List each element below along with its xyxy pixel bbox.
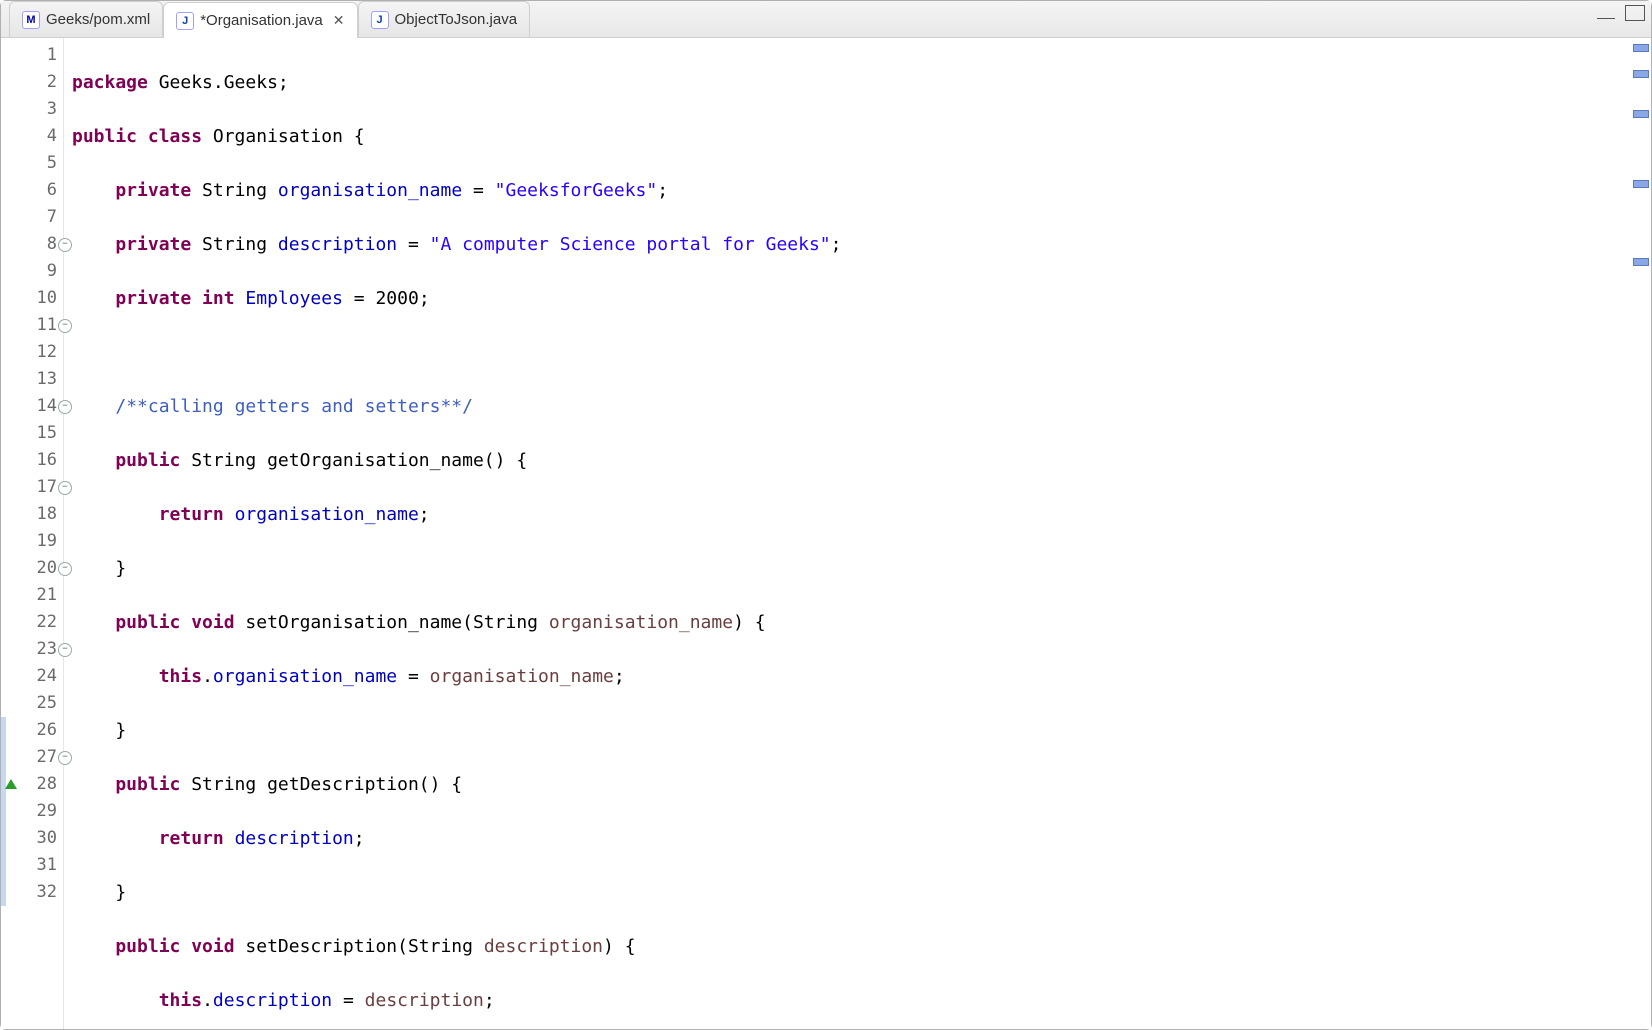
code-line[interactable] [72,339,1631,366]
line-number: 19 [1,528,63,555]
tab-objecttojson-java[interactable]: J ObjectToJson.java [358,1,531,37]
code-line[interactable]: private String organisation_name = "Geek… [72,177,1631,204]
line-number: 3 [1,96,63,123]
close-icon[interactable]: ✕ [333,12,345,29]
code-line[interactable]: private int Employees = 2000; [72,285,1631,312]
code-line[interactable]: public void setDescription(String descri… [72,933,1631,960]
ruler-mark[interactable] [1633,44,1649,52]
minimize-icon[interactable] [1597,18,1615,19]
line-number: 5 [1,150,63,177]
line-number: 15 [1,420,63,447]
tab-label: Geeks/pom.xml [46,11,150,28]
tab-organisation-java[interactable]: J *Organisation.java ✕ [163,2,357,38]
maximize-icon[interactable] [1625,5,1645,21]
line-number: 30 [1,825,63,852]
overview-ruler[interactable] [1631,38,1651,1029]
line-number: 8− [1,231,63,258]
line-number: 18 [1,501,63,528]
maven-file-icon: M [22,11,40,29]
code-line[interactable]: this.description = description; [72,987,1631,1014]
tab-pom-xml[interactable]: M Geeks/pom.xml [9,1,163,37]
line-number: 32 [1,879,63,906]
line-number: 12 [1,339,63,366]
code-line[interactable]: private String description = "A computer… [72,231,1631,258]
editor-window: M Geeks/pom.xml J *Organisation.java ✕ J… [0,0,1652,1030]
code-line[interactable]: } [72,555,1631,582]
line-number: 9 [1,258,63,285]
code-line[interactable]: this.organisation_name = organisation_na… [72,663,1631,690]
ruler-mark[interactable] [1633,70,1649,78]
code-line[interactable]: return description; [72,825,1631,852]
ruler-mark[interactable] [1633,110,1649,118]
tab-bar: M Geeks/pom.xml J *Organisation.java ✕ J… [1,1,1651,38]
line-number: 29 [1,798,63,825]
ruler-mark[interactable] [1633,180,1649,188]
code-line[interactable]: public String getOrganisation_name() { [72,447,1631,474]
line-number: 10 [1,285,63,312]
code-area[interactable]: package Geeks.Geeks; public class Organi… [64,38,1631,1029]
line-number: 27− [1,744,63,771]
editor-body: 12345678−91011−121314−151617−181920−2122… [1,38,1651,1029]
line-number-gutter: 12345678−91011−121314−151617−181920−2122… [1,38,64,1029]
line-number: 23− [1,636,63,663]
line-number: 6 [1,177,63,204]
code-line[interactable]: public class Organisation { [72,123,1631,150]
line-number: 13 [1,366,63,393]
ruler-mark[interactable] [1633,258,1649,266]
line-number: 1 [1,42,63,69]
line-number: 14− [1,393,63,420]
code-line[interactable]: public void setOrganisation_name(String … [72,609,1631,636]
java-file-icon: J [176,12,194,30]
code-line[interactable]: /**calling getters and setters**/ [72,393,1631,420]
override-arrow-icon[interactable] [5,779,17,789]
line-number: 4 [1,123,63,150]
code-line[interactable]: return organisation_name; [72,501,1631,528]
tab-label: ObjectToJson.java [395,11,518,28]
java-file-icon: J [371,11,389,29]
line-number: 21 [1,582,63,609]
line-number: 20− [1,555,63,582]
code-line[interactable]: package Geeks.Geeks; [72,69,1631,96]
line-number: 26 [1,717,63,744]
line-number: 31 [1,852,63,879]
line-number: 28 [1,771,63,798]
line-number: 17− [1,474,63,501]
line-number: 7 [1,204,63,231]
line-number: 2 [1,69,63,96]
window-controls [1597,5,1645,21]
line-number: 22 [1,609,63,636]
code-line[interactable]: } [72,717,1631,744]
line-number: 16 [1,447,63,474]
line-number: 11− [1,312,63,339]
tab-label: *Organisation.java [200,12,323,29]
line-number: 25 [1,690,63,717]
line-number: 24 [1,663,63,690]
code-line[interactable]: } [72,879,1631,906]
code-line[interactable]: public String getDescription() { [72,771,1631,798]
